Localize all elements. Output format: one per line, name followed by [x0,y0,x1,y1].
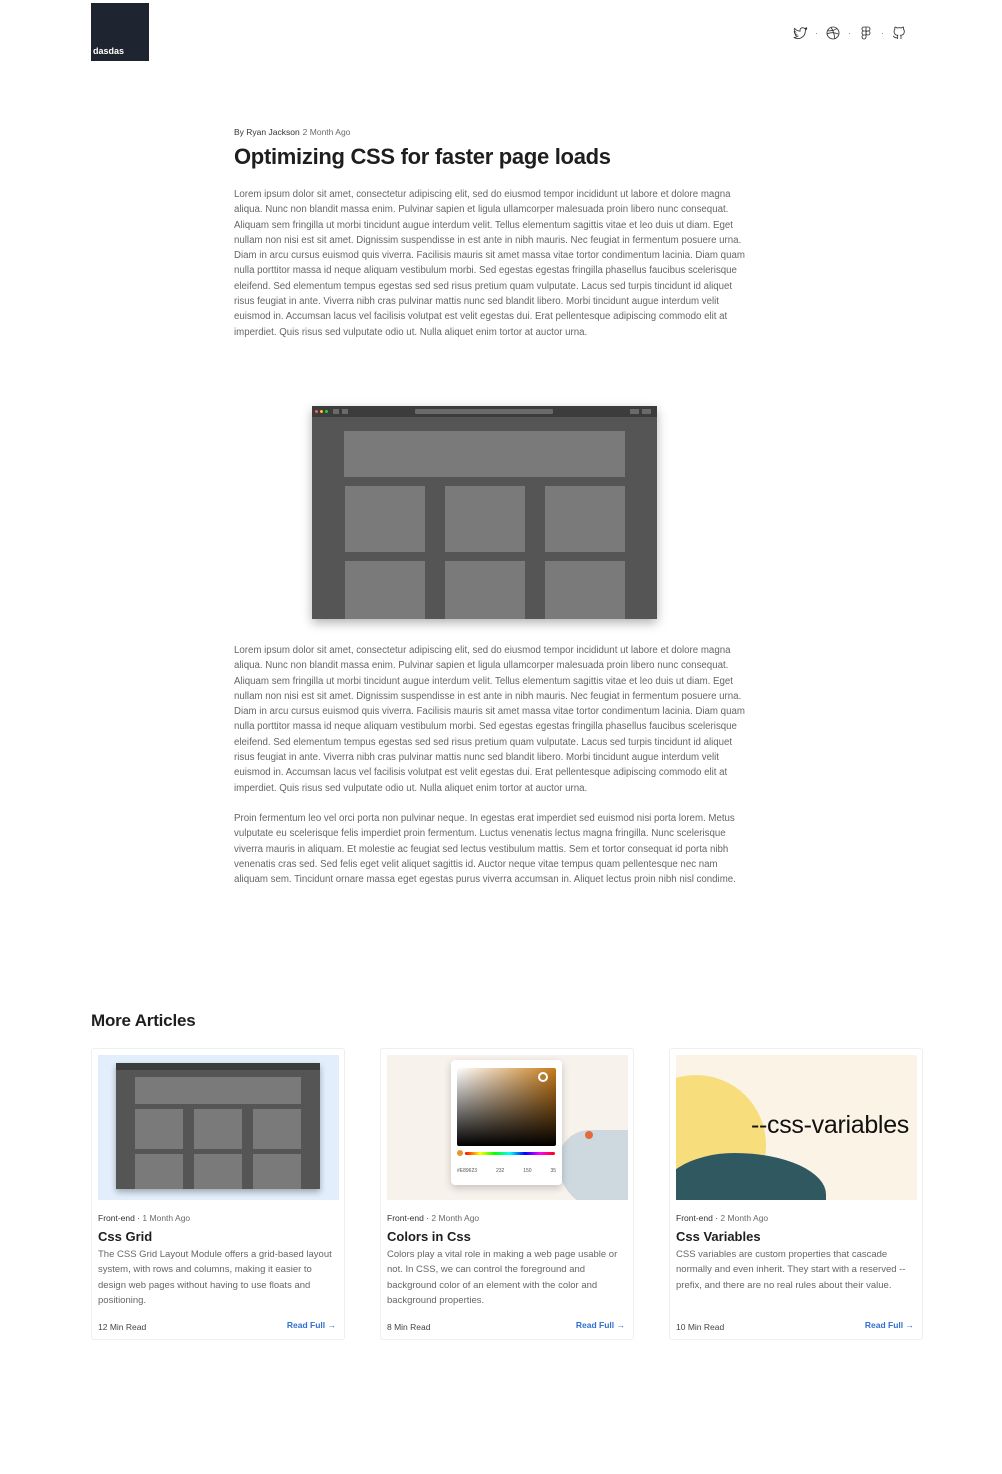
article-author[interactable]: By Ryan Jackson [234,127,300,137]
figma-icon[interactable] [857,24,875,42]
article-paragraph: Proin fermentum leo vel orci porta non p… [234,812,736,886]
card-meta: Front-end · 2 Month Ago [387,1213,480,1223]
browser-mockup-image [116,1063,320,1189]
picker-values: #E89623 232 150 35 [457,1168,556,1174]
layout-block [545,486,625,552]
card-description: CSS variables are custom properties that… [676,1249,906,1291]
address-bar [415,409,553,414]
thumbnail-label: --css-variables [750,1111,909,1139]
card-read-time: 8 Min Read [387,1322,431,1332]
card-title[interactable]: Css Variables [676,1229,761,1244]
nav-arrows-icon [333,409,348,414]
card-thumbnail[interactable] [98,1055,339,1200]
site-logo[interactable]: dasdas [91,3,149,61]
article-card[interactable]: #E89623 232 150 35 Front-end · 2 Month A… [380,1048,634,1340]
social-links: · · · [791,24,908,42]
card-description: Colors play a vital role in making a web… [387,1249,618,1306]
card-read-time: 12 Min Read [98,1322,147,1332]
read-full-label: Read Full [864,1320,904,1330]
card-meta: Front-end · 2 Month Ago [676,1213,769,1223]
color-picker-image: #E89623 232 150 35 [451,1060,562,1185]
window-controls-icon [315,410,328,413]
article-title: Optimizing CSS for faster page loads [234,144,611,169]
read-full-link[interactable]: Read Full → [865,1320,914,1330]
github-icon[interactable] [890,24,908,42]
more-articles-heading: More Articles [91,1011,196,1030]
logo-text: dasdas [93,46,125,56]
picker-hex: #E89623 [457,1168,478,1174]
picker-r: 232 [495,1168,505,1174]
dribbble-icon[interactable] [824,24,842,42]
layout-block [545,561,625,619]
card-category[interactable]: Front-end [98,1213,135,1223]
card-title[interactable]: Colors in Css [387,1229,471,1244]
article-card[interactable]: Front-end · 1 Month Ago Css Grid The CSS… [91,1048,345,1340]
arrow-right-icon: → [616,1320,626,1330]
card-date: 1 Month Ago [142,1213,191,1223]
article-paragraph: Lorem ipsum dolor sit amet, consectetur … [234,644,745,794]
read-full-label: Read Full [286,1320,326,1330]
card-thumbnail[interactable]: --css-variables [676,1055,917,1200]
card-date: 2 Month Ago [431,1213,480,1223]
arrow-right-icon: → [905,1320,915,1330]
article-paragraph: Lorem ipsum dolor sit amet, consectetur … [234,189,745,338]
read-full-label: Read Full [575,1320,615,1330]
picker-b: 35 [550,1168,556,1174]
card-meta: Front-end · 1 Month Ago [98,1213,191,1223]
picker-knob-icon [538,1072,548,1082]
card-category[interactable]: Front-end [676,1213,713,1223]
article-meta: By Ryan Jackson 2 Month Ago [234,127,748,137]
decorative-wave [676,1153,826,1200]
read-full-link[interactable]: Read Full → [576,1320,625,1330]
layout-block [445,561,525,619]
decorative-blob [558,1130,628,1200]
layout-block [345,561,425,619]
card-date: 2 Month Ago [720,1213,769,1223]
browser-toolbar [312,406,657,417]
twitter-icon[interactable] [791,24,809,42]
separator: · [815,28,818,38]
separator: · [848,28,851,38]
card-title[interactable]: Css Grid [98,1229,152,1244]
toolbar-buttons-icon [630,409,651,414]
card-read-time: 10 Min Read [676,1322,725,1332]
article-date: 2 Month Ago [302,127,351,137]
layout-block [445,486,525,552]
picker-g: 150 [523,1168,532,1174]
separator: · [881,28,884,38]
card-thumbnail[interactable]: #E89623 232 150 35 [387,1055,628,1200]
read-full-link[interactable]: Read Full → [287,1320,336,1330]
layout-block [345,486,425,552]
article-hero-image [312,406,657,619]
layout-block [344,431,625,477]
decorative-dot [585,1131,593,1139]
card-category[interactable]: Front-end [387,1213,424,1223]
arrow-right-icon: → [327,1320,337,1330]
card-description: The CSS Grid Layout Module offers a grid… [98,1249,332,1306]
article-card[interactable]: --css-variables Front-end · 2 Month Ago … [669,1048,923,1340]
